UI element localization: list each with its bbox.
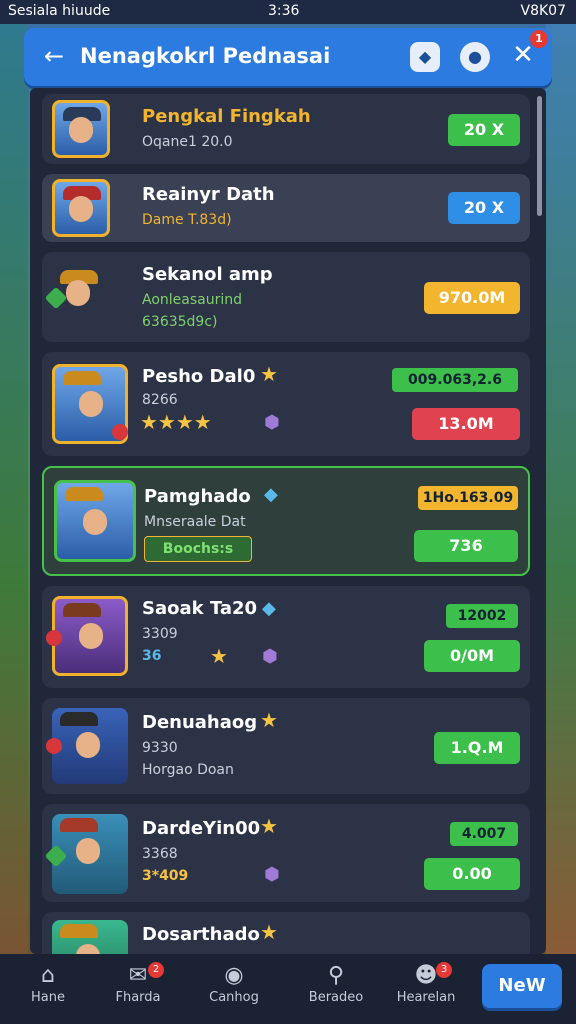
score-pill: 1Ho.163.09	[418, 486, 518, 510]
list-item[interactable]: Pamghado ◆ Mnseraale Dat Boochs:s 1Ho.16…	[42, 466, 530, 576]
star-icon: ★	[260, 708, 278, 732]
rank-down-icon	[46, 738, 62, 754]
header-bar: ← Nenagkokrl Pednasai ◆ ● ✕ 1	[24, 28, 552, 86]
tab-label: Hane	[31, 990, 65, 1005]
price-button[interactable]: 20 X	[448, 192, 520, 224]
gem-icon: ⬢	[262, 646, 278, 667]
background-scenery-right	[546, 24, 576, 954]
avatar	[52, 179, 110, 237]
player-name: Pengkal Fingkah	[142, 106, 311, 127]
player-sub: Mnseraale Dat	[144, 514, 246, 530]
avatar	[52, 920, 128, 954]
rating-value: 36	[142, 648, 162, 664]
player-name: Pamghado	[144, 486, 251, 507]
tab-label: Fharda	[115, 990, 161, 1005]
profile-icon: ☻	[414, 963, 438, 988]
list-item[interactable]: Dosarthado ★	[42, 912, 530, 954]
star-icon: ★	[260, 920, 278, 944]
list-item[interactable]: Pesho Dal0 ★ 8266 ★★★★ ⬢ 009.063,2.6 13.…	[42, 352, 530, 456]
list-item[interactable]: Sekanol amp Aonleasaurind 63635d9c) 970.…	[42, 252, 530, 342]
tab-game[interactable]: ◉ Canhog	[194, 962, 274, 1018]
player-sub: Aonleasaurind	[142, 292, 243, 308]
list-item[interactable]: Saoak Ta20 ◆ 3309 36 ★ ⬢ 12002 0/0M	[42, 586, 530, 688]
star-icon: ★	[260, 814, 278, 838]
player-name: Sekanol amp	[142, 264, 273, 285]
player-sub: 8266	[142, 392, 178, 408]
avatar	[54, 480, 136, 562]
rank-down-icon	[46, 630, 62, 646]
shield-icon[interactable]: ◆	[410, 42, 440, 72]
status-time: 3:36	[268, 3, 300, 19]
price-button[interactable]: 1.Q.M	[434, 732, 520, 764]
avatar	[52, 708, 128, 784]
star-icon: ★	[210, 644, 228, 668]
tab-mail[interactable]: ✉ Fharda 2	[98, 962, 178, 1018]
player-name: Reainyr Dath	[142, 184, 275, 205]
background-scenery-left	[0, 24, 28, 954]
gem-icon: ⬢	[264, 864, 280, 885]
status-carrier: Sesiala hiuude	[8, 3, 111, 19]
diamond-icon: ◆	[264, 484, 278, 505]
player-sub: 9330	[142, 740, 178, 756]
avatar	[52, 100, 110, 158]
player-name: DardeYin00	[142, 818, 261, 839]
tab-profile[interactable]: ☻ Hearelan 3	[386, 962, 466, 1018]
price-button[interactable]: 13.0M	[412, 408, 520, 440]
list-item[interactable]: DardeYin00 ★ 3368 3*409 ⬢ 4.007 0.00	[42, 804, 530, 902]
price-button[interactable]: 20 X	[448, 114, 520, 146]
tab-search[interactable]: ⚲ Beradeo	[296, 962, 376, 1018]
leaderboard-list[interactable]: Pengkal Fingkah Oqane1 20.0 20 X Reainyr…	[30, 88, 546, 954]
game-icon: ◉	[224, 963, 244, 988]
star-icon: ★	[260, 362, 278, 386]
score-pill: 009.063,2.6	[392, 368, 518, 392]
score-pill: 12002	[446, 604, 518, 628]
player-name: Denuahaog	[142, 712, 258, 733]
price-button[interactable]: 0.00	[424, 858, 520, 890]
rating-value: 3*409	[142, 868, 189, 884]
rating-stars-icon: ★★★★	[140, 410, 212, 434]
mail-icon: ✉	[128, 963, 148, 988]
status-bar: Sesiala hiuude 3:36 V8K07	[0, 0, 576, 24]
player-sub-2: 63635d9c)	[142, 314, 218, 330]
player-name: Dosarthado	[142, 924, 260, 945]
status-tag: Boochs:s	[144, 536, 252, 562]
bottom-nav: ⌂ Hane ✉ Fharda 2 ◉ Canhog ⚲ Beradeo ☻ H…	[0, 954, 576, 1024]
list-item[interactable]: Reainyr Dath Dame T.83d) 20 X	[42, 174, 530, 242]
player-sub-2: Horgao Doan	[142, 762, 234, 778]
player-name: Saoak Ta20	[142, 598, 258, 619]
gem-icon: ⬢	[264, 412, 280, 433]
tab-badge: 2	[148, 962, 164, 978]
price-button[interactable]: 0/0M	[424, 640, 520, 672]
tab-home[interactable]: ⌂ Hane	[8, 962, 88, 1018]
player-sub: Dame T.83d)	[142, 212, 232, 228]
rank-down-icon	[112, 424, 128, 440]
player-sub: 3368	[142, 846, 178, 862]
list-item[interactable]: Denuahaog ★ 9330 Horgao Doan 1.Q.M	[42, 698, 530, 794]
notification-badge: 1	[530, 30, 548, 48]
tab-label: Hearelan	[396, 990, 456, 1005]
avatar	[52, 596, 128, 676]
player-name: Pesho Dal0	[142, 366, 256, 387]
score-pill: 4.007	[450, 822, 518, 846]
settings-icon[interactable]: ●	[460, 42, 490, 72]
diamond-icon: ◆	[262, 598, 276, 619]
status-right: V8K07	[520, 3, 566, 19]
price-button[interactable]: 970.0M	[424, 282, 520, 314]
back-arrow-icon[interactable]: ←	[38, 40, 70, 72]
page-title: Nenagkokrl Pednasai	[80, 44, 331, 68]
scrollbar[interactable]	[537, 96, 542, 216]
tab-label: Beradeo	[308, 990, 364, 1005]
tab-label: Canhog	[209, 990, 259, 1005]
price-button[interactable]: 736	[414, 530, 518, 562]
list-item[interactable]: Pengkal Fingkah Oqane1 20.0 20 X	[42, 94, 530, 164]
search-icon: ⚲	[327, 963, 345, 988]
player-sub: 3309	[142, 626, 178, 642]
home-icon: ⌂	[41, 963, 55, 988]
tab-badge: 3	[436, 962, 452, 978]
new-button[interactable]: NeW	[482, 964, 562, 1008]
player-sub: Oqane1 20.0	[142, 134, 233, 150]
